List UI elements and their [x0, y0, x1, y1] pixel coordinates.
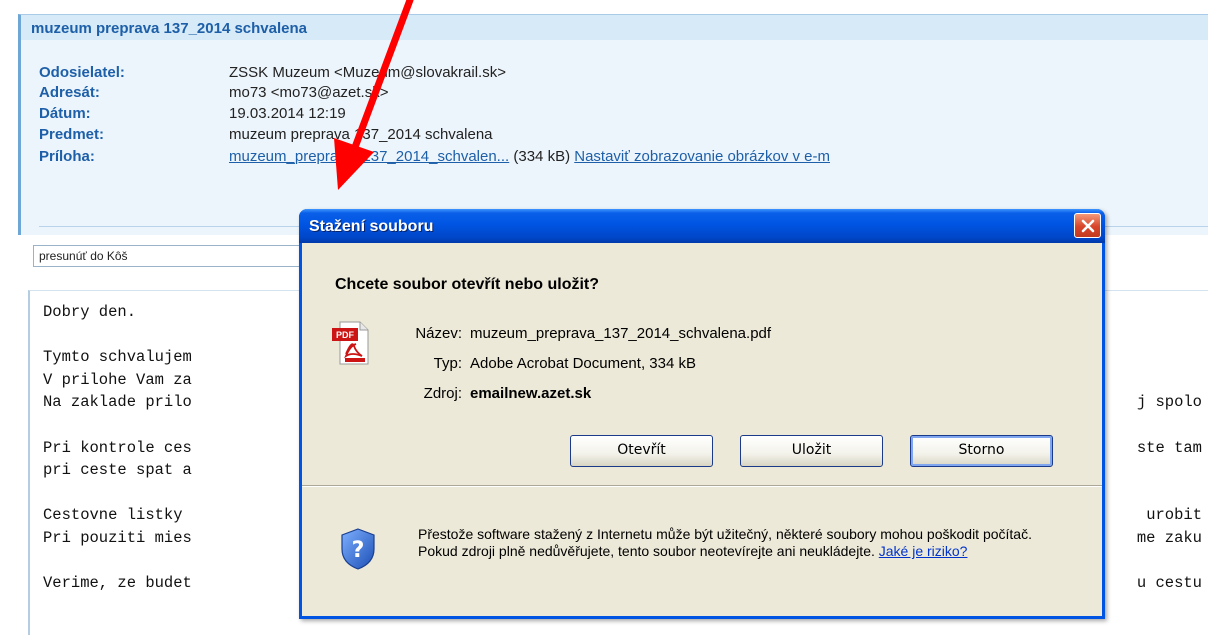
email-body-line: pri ceste spat a: [43, 461, 192, 480]
header-value: 19.03.2014 12:19: [229, 105, 346, 122]
svg-text:?: ?: [352, 538, 365, 563]
email-body-line-end: u cestu: [1136, 574, 1202, 593]
file-type-value: Adobe Acrobat Document, 334 kB: [470, 355, 696, 372]
header-label: Odosielatel:: [39, 64, 125, 81]
email-body-line: Pri pouziti mies: [43, 529, 192, 547]
pdf-badge-text: PDF: [336, 330, 355, 340]
red-arrow-annotation: [334, 0, 414, 190]
risk-link[interactable]: Jaké je riziko?: [879, 543, 968, 559]
dialog-separator: [302, 485, 1102, 486]
email-body-line: V prilohe Vam za: [43, 370, 192, 389]
save-button[interactable]: Uložit: [740, 435, 883, 467]
email-body-line: Pri kontrole ces: [43, 438, 192, 457]
dialog-question: Chcete soubor otevřít nebo uložit?: [335, 276, 600, 293]
email-body-line: Verime, ze budet: [43, 574, 192, 593]
email-body-line-end: j spolo: [1136, 393, 1202, 412]
email-body-line: Dobry den.: [43, 303, 137, 321]
cancel-button[interactable]: Storno: [910, 435, 1053, 467]
close-icon: [1081, 219, 1095, 233]
move-to-folder-select[interactable]: presunúť do Kôš: [33, 245, 303, 267]
email-body-line-end: ste tam: [1136, 438, 1202, 457]
attachment-size: (334 kB): [513, 148, 571, 165]
pdf-file-icon: PDF: [332, 321, 369, 365]
info-label: Zdroj:: [423, 385, 462, 402]
close-button[interactable]: [1074, 213, 1101, 238]
dialog-titlebar[interactable]: Stažení souboru: [299, 209, 1105, 243]
info-label: Název:: [415, 325, 462, 342]
info-label: Typ:: [433, 355, 462, 372]
shield-question-icon: ?: [341, 528, 375, 570]
security-warning: Přestože software stažený z Internetu mů…: [418, 526, 1038, 560]
header-label: Predmet:: [39, 126, 105, 143]
email-body-line: Tymto schvalujem: [43, 348, 192, 367]
email-body-line-end: me zaku: [1136, 529, 1202, 547]
email-body-line: Cestovne listky: [43, 506, 183, 525]
show-images-link[interactable]: Nastaviť zobrazovanie obrázkov v e-m: [574, 148, 830, 165]
email-header-panel: Odosielatel: ZSSK Muzeum <Muzeum@slovakr…: [18, 40, 1208, 235]
email-body-line: Na zaklade prilo: [43, 393, 192, 412]
file-download-dialog: Stažení souboru Chcete soubor otevřít ne…: [299, 209, 1105, 619]
attachment-value: muzeum_preprava_137_2014_schvalen... (33…: [229, 148, 830, 165]
header-label: Príloha:: [39, 148, 95, 165]
dialog-title: Stažení souboru: [309, 218, 434, 235]
header-label: Adresát:: [39, 84, 100, 101]
header-label: Dátum:: [39, 105, 91, 122]
email-body-line-end: urobit: [1146, 506, 1202, 525]
open-button[interactable]: Otevřít: [570, 435, 713, 467]
file-name-value: muzeum_preprava_137_2014_schvalena.pdf: [470, 325, 772, 342]
email-subject-bar: muzeum preprava 137_2014 schvalena: [18, 14, 1208, 40]
file-source-value: emailnew.azet.sk: [470, 385, 592, 402]
